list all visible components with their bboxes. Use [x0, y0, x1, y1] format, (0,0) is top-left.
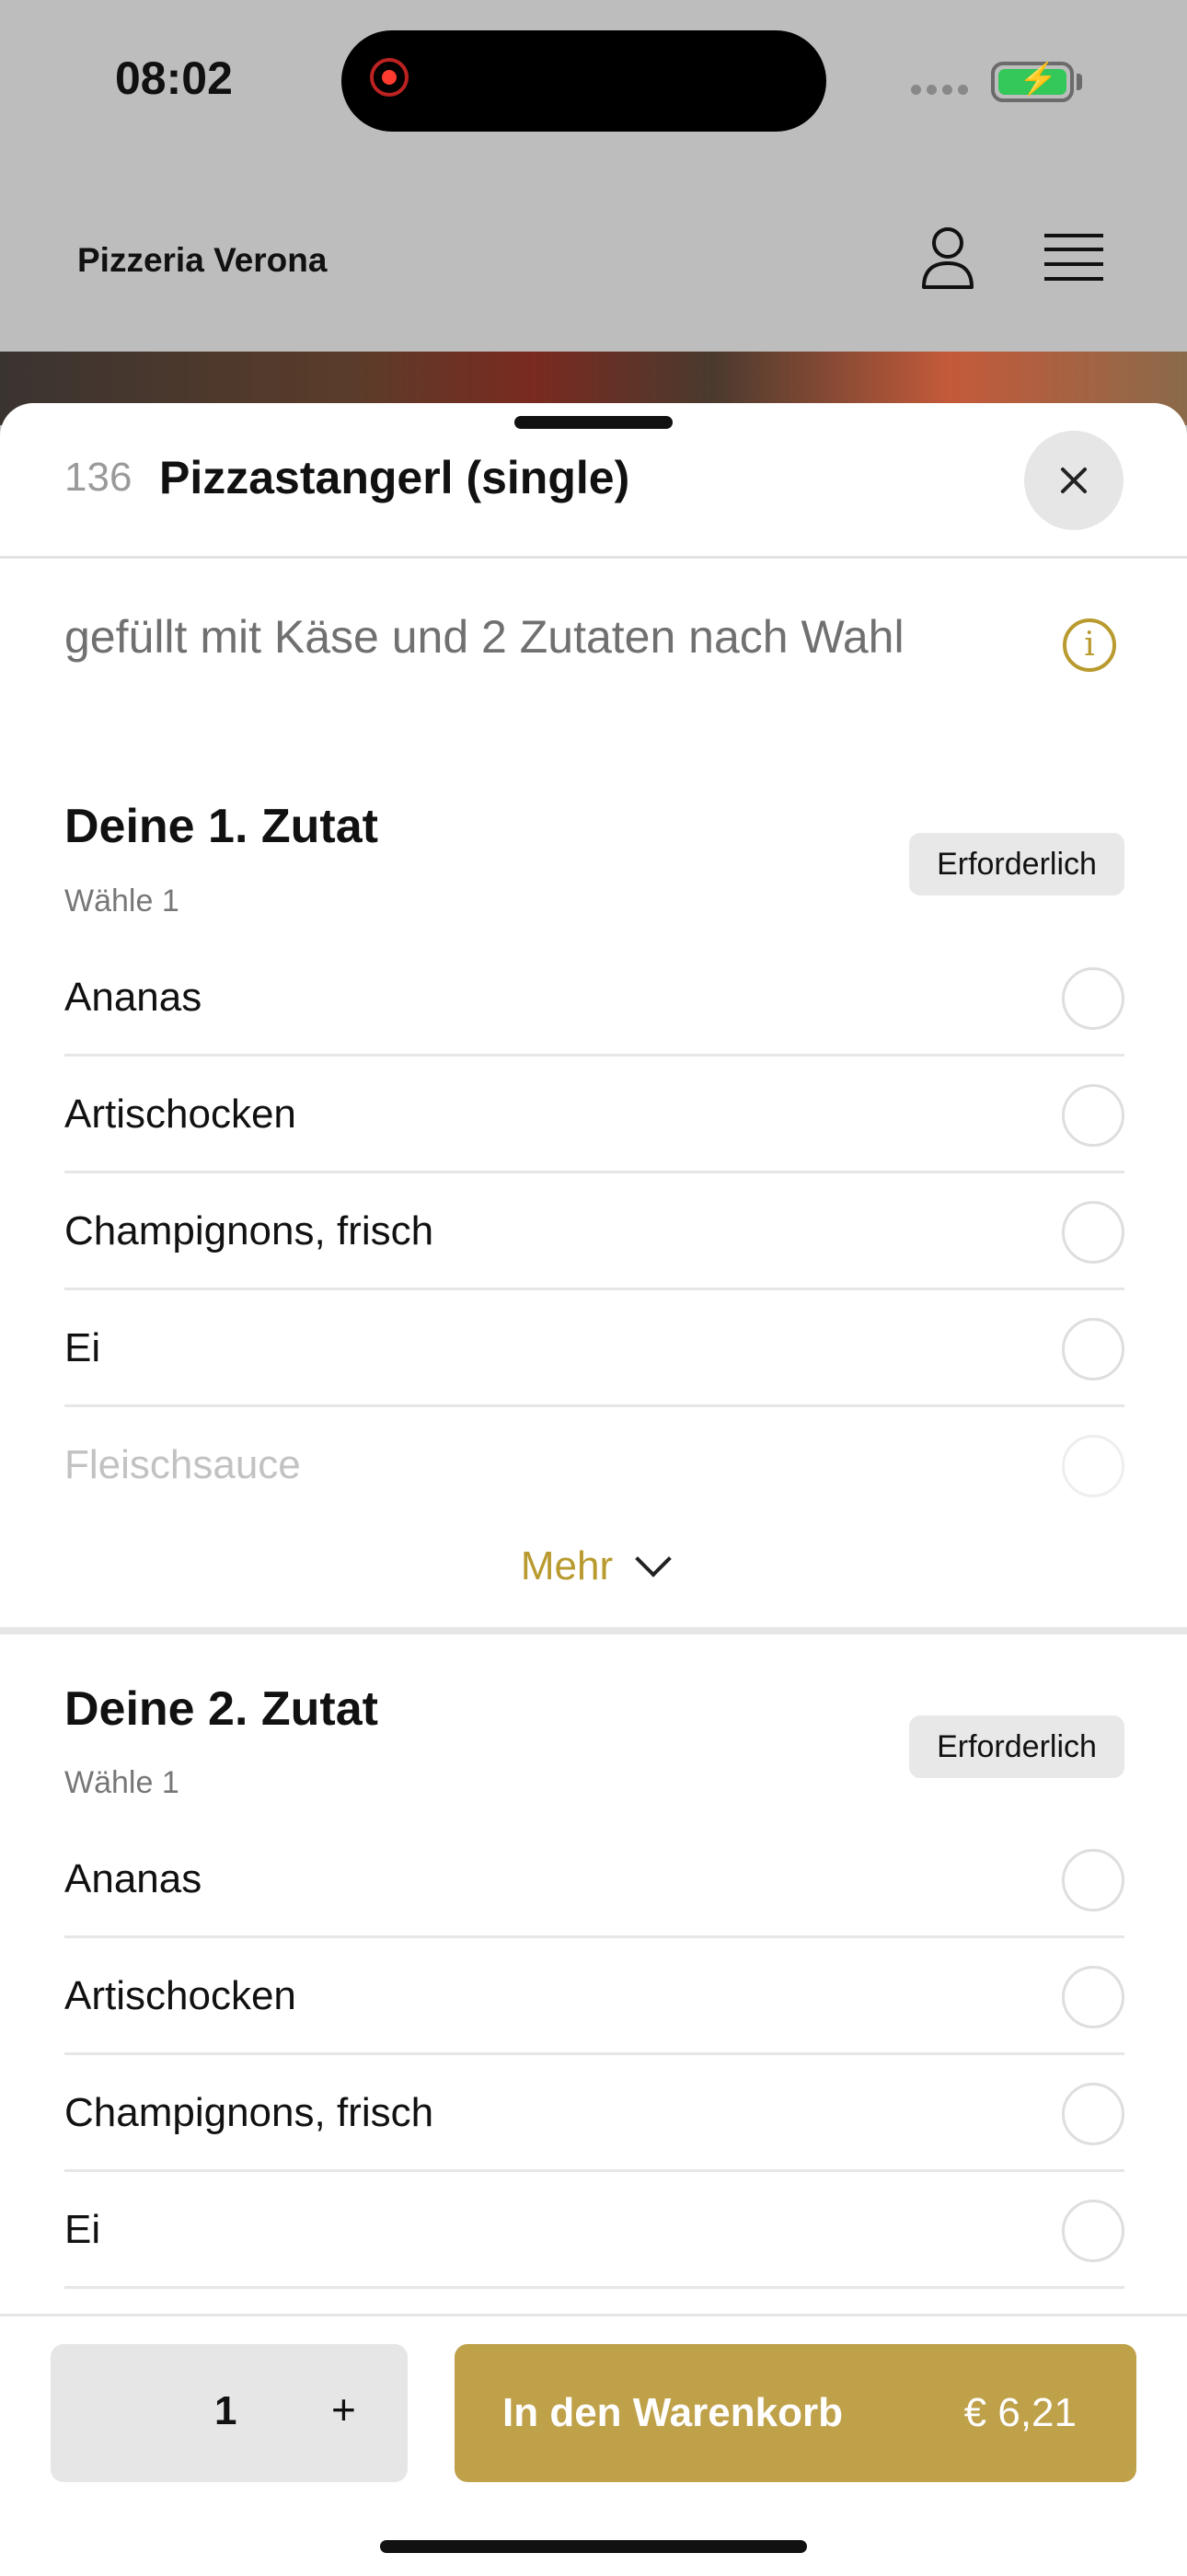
radio-button[interactable] [1062, 1084, 1124, 1147]
option-row[interactable]: Ei [64, 2172, 1124, 2289]
option-label: Ei [64, 2207, 101, 2252]
group-subtitle: Wähle 1 [64, 884, 179, 918]
group-title: Deine 1. Zutat [64, 800, 378, 853]
option-row[interactable]: Champignons, frisch [64, 2055, 1124, 2172]
close-icon[interactable] [1024, 431, 1124, 530]
radio-button[interactable] [1062, 1318, 1124, 1380]
option-label: Ananas [64, 975, 202, 1020]
radio-button[interactable] [1062, 1849, 1124, 1912]
option-row[interactable]: Fleischsauce [64, 1407, 1124, 1524]
item-number: 136 [64, 455, 133, 500]
radio-button[interactable] [1062, 1201, 1124, 1264]
radio-button[interactable] [1062, 1435, 1124, 1497]
info-icon[interactable]: i [1063, 618, 1116, 672]
option-label: Champignons, frisch [64, 1208, 434, 1253]
home-indicator[interactable] [380, 2540, 807, 2553]
option-row[interactable]: Artischocken [64, 1057, 1124, 1173]
signal-icon [911, 85, 968, 95]
increment-button[interactable]: + [331, 2385, 356, 2434]
hamburger-menu-icon[interactable] [1044, 232, 1103, 283]
radio-button[interactable] [1062, 2200, 1124, 2262]
option-row[interactable]: Ananas [64, 940, 1124, 1057]
chevron-down-icon [635, 1541, 672, 1578]
option-label: Ei [64, 1325, 101, 1370]
battery-icon: ⚡ [991, 62, 1074, 102]
option-row[interactable]: Ananas [64, 1821, 1124, 1938]
option-row[interactable]: Ei [64, 1290, 1124, 1407]
user-icon[interactable] [920, 225, 975, 291]
item-title: Pizzastangerl (single) [159, 452, 630, 503]
radio-button[interactable] [1062, 1966, 1124, 2028]
item-description: gefüllt mit Käse und 2 Zutaten nach Wahl [64, 611, 905, 663]
restaurant-title: Pizzeria Verona [77, 241, 328, 279]
group-title: Deine 2. Zutat [64, 1682, 378, 1736]
show-more-label: Mehr [520, 1543, 614, 1589]
sheet-header: 136 Pizzastangerl (single) [0, 403, 1187, 559]
option-label: Fleischsauce [64, 1442, 301, 1487]
option-label: Artischocken [64, 1092, 296, 1137]
battery-cap [1077, 74, 1082, 90]
section-divider [0, 1627, 1187, 1635]
group-subtitle: Wähle 1 [64, 1765, 179, 1800]
app-header: Pizzeria Verona [0, 166, 1187, 352]
radio-button[interactable] [1062, 967, 1124, 1030]
radio-button[interactable] [1062, 2083, 1124, 2145]
product-sheet: 136 Pizzastangerl (single) gefüllt mit K… [0, 403, 1187, 2573]
option-label: Artischocken [64, 1973, 296, 2018]
status-bar: 08:02 ⚡ [0, 0, 1187, 166]
option-label: Champignons, frisch [64, 2090, 434, 2135]
option-row[interactable]: Champignons, frisch [64, 1173, 1124, 1290]
required-badge: Erforderlich [909, 1715, 1124, 1778]
add-to-cart-label: In den Warenkorb [502, 2390, 843, 2435]
show-more-button[interactable]: Mehr [0, 1541, 1187, 1589]
price-label: € 6,21 [963, 2390, 1077, 2435]
status-time: 08:02 [115, 52, 233, 104]
quantity-value: 1 [214, 2388, 237, 2433]
recording-indicator-icon [370, 58, 409, 97]
add-to-cart-button[interactable]: In den Warenkorb € 6,21 [455, 2344, 1136, 2482]
option-label: Ananas [64, 1856, 202, 1901]
quantity-stepper[interactable]: 1 + [51, 2344, 408, 2482]
dynamic-island [341, 30, 826, 132]
required-badge: Erforderlich [909, 833, 1124, 895]
option-row[interactable]: Artischocken [64, 1938, 1124, 2055]
order-footer: 1 + In den Warenkorb € 6,21 [0, 2314, 1187, 2576]
